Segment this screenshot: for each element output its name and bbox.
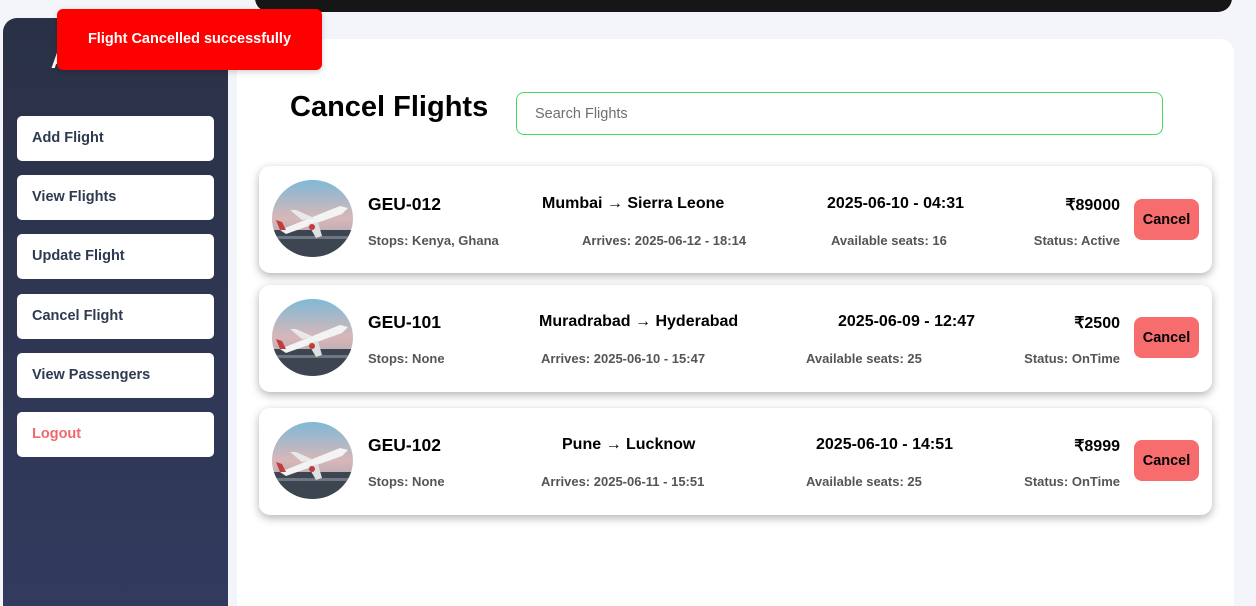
flight-route: Muradrabad → Hyderabad [539,313,739,330]
flight-route: Pune → Lucknow [562,436,696,453]
departure-time: 2025-06-10 - 14:51 [816,436,953,453]
cancel-flight-button[interactable]: Cancel [1134,317,1199,358]
flight-stops: Stops: Kenya, Ghana [368,233,499,248]
flight-status: Status: OnTime [1024,474,1120,489]
available-seats: Available seats: 25 [806,351,922,366]
flight-route: Mumbai → Sierra Leone [542,195,725,212]
airplane-image [272,299,353,376]
sidebar: A Add Flight View Flights Update Flight … [3,18,228,606]
flight-card: GEU-102 Pune → Lucknow 2025-06-10 - 14:5… [259,408,1212,515]
arrival-time: Arrives: 2025-06-11 - 15:51 [541,474,705,489]
flight-stops: Stops: None [368,351,445,366]
flight-price: ₹2500 [1074,315,1120,332]
flight-card: GEU-101 Muradrabad → Hyderabad 2025-06-0… [259,285,1212,392]
sidebar-item-view-passengers[interactable]: View Passengers [17,353,214,398]
departure-time: 2025-06-09 - 12:47 [838,313,975,330]
sidebar-item-logout[interactable]: Logout [17,412,214,457]
flight-status: Status: OnTime [1024,351,1120,366]
sidebar-item-add-flight[interactable]: Add Flight [17,116,214,161]
search-input[interactable] [516,92,1163,135]
sidebar-item-view-flights[interactable]: View Flights [17,175,214,220]
flight-stops: Stops: None [368,474,445,489]
flight-code: GEU-012 [368,194,441,214]
top-banner [255,0,1232,12]
available-seats: Available seats: 25 [806,474,922,489]
available-seats: Available seats: 16 [831,233,947,248]
main-panel: Cancel Flights GEU-012 Mumbai → Sierra L… [237,39,1234,606]
success-toast[interactable]: Flight Cancelled successfully [57,9,322,70]
arrival-time: Arrives: 2025-06-12 - 18:14 [582,233,747,248]
airplane-image [272,422,353,499]
flight-code: GEU-101 [368,312,441,332]
flight-card: GEU-012 Mumbai → Sierra Leone 2025-06-10… [259,166,1212,273]
cancel-flight-button[interactable]: Cancel [1134,440,1199,481]
cancel-flight-button[interactable]: Cancel [1134,199,1199,240]
airplane-image [272,180,353,257]
page-title: Cancel Flights [290,91,489,123]
sidebar-item-update-flight[interactable]: Update Flight [17,234,214,279]
flight-code: GEU-102 [368,435,441,455]
departure-time: 2025-06-10 - 04:31 [827,195,964,212]
flight-status: Status: Active [1033,233,1120,248]
arrival-time: Arrives: 2025-06-10 - 15:47 [541,351,706,366]
flight-price: ₹89000 [1065,197,1120,214]
sidebar-item-cancel-flight[interactable]: Cancel Flight [17,294,214,339]
flight-price: ₹8999 [1074,438,1120,455]
